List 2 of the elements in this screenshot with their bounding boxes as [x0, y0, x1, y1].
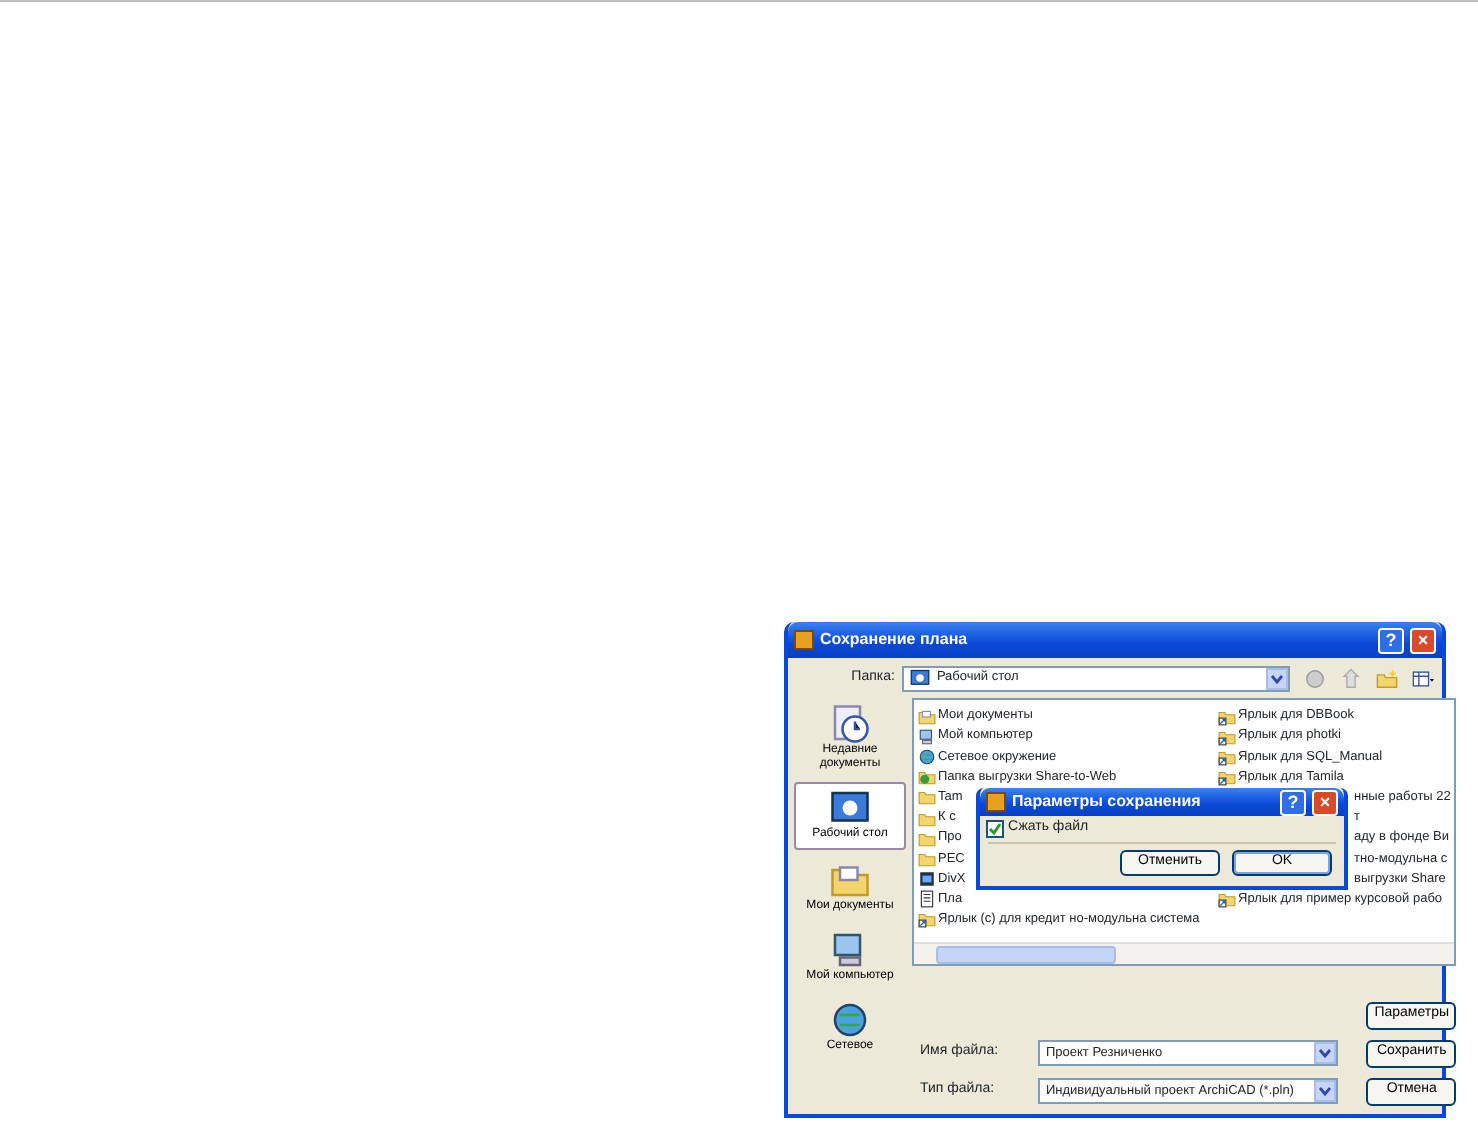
window-title: Сохранение плана	[820, 630, 968, 650]
window-title: Параметры сохранения	[1012, 792, 1201, 812]
